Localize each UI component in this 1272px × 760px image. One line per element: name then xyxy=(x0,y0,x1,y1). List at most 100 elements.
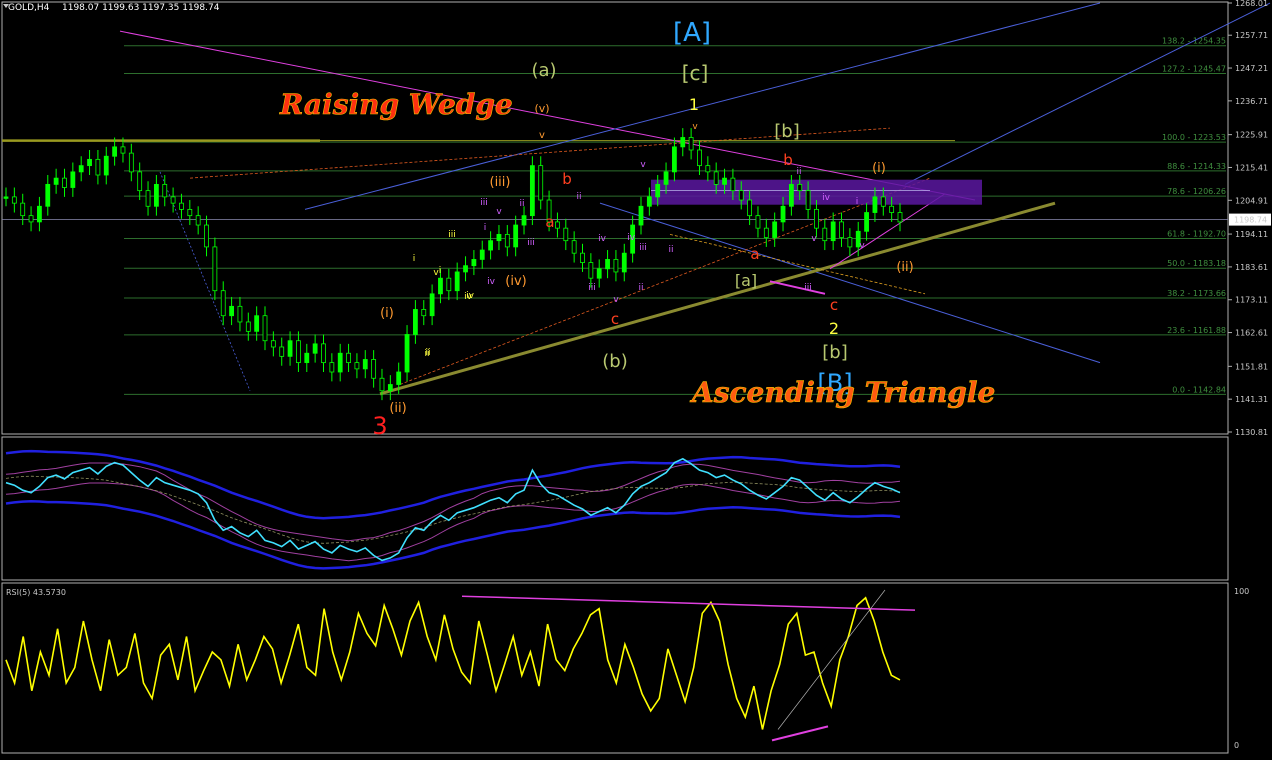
candle-body xyxy=(772,221,778,238)
wave-label: v xyxy=(692,122,698,132)
wave-label: b xyxy=(783,151,793,169)
candle-body xyxy=(287,340,293,357)
candle-body xyxy=(830,221,836,242)
fib-label: 88.6 - 1214.33 xyxy=(1167,162,1226,171)
candle-body xyxy=(329,362,335,373)
price-label: 1257.71 xyxy=(1235,31,1268,40)
candle-body xyxy=(697,149,702,167)
candle-body xyxy=(153,183,159,207)
candle-body xyxy=(513,224,519,248)
rsi-level-100: 100 xyxy=(1234,587,1249,596)
candle-body xyxy=(763,227,769,238)
candle-body xyxy=(270,340,276,348)
fib-label: 23.6 - 1161.88 xyxy=(1167,326,1226,335)
wave-label: (i) xyxy=(872,161,886,176)
wave-label: iii xyxy=(639,243,647,253)
candle-body xyxy=(204,224,209,248)
candle-body xyxy=(797,183,803,192)
magenta-short-line xyxy=(769,280,826,295)
candle-body xyxy=(605,259,610,270)
wave-label: (b) xyxy=(602,351,627,372)
candle-body xyxy=(128,152,134,173)
candle-body xyxy=(638,205,644,226)
wave-label: a xyxy=(545,213,554,231)
ascending-triangle-title: Ascending Triangle xyxy=(689,376,995,409)
price-label: 1141.31 xyxy=(1235,395,1268,404)
candle-body xyxy=(529,165,535,217)
candle-body xyxy=(713,171,719,185)
candle-body xyxy=(463,265,468,273)
wave-label: 3 xyxy=(372,412,387,440)
candle-body xyxy=(688,137,694,151)
ohlc-label: 1198.07 1199.63 1197.35 1198.74 xyxy=(62,3,220,13)
candle-body xyxy=(680,137,686,148)
rsi-divergence-bottom xyxy=(771,725,829,742)
wave-label: iv xyxy=(822,193,831,203)
wave-label: i xyxy=(439,266,442,276)
wedge-upper-line xyxy=(119,30,976,201)
price-label: 1225.91 xyxy=(1235,131,1268,140)
candle-body xyxy=(78,165,84,173)
candle-body xyxy=(563,227,569,242)
price-label: 1247.21 xyxy=(1235,64,1268,73)
wave-label: (iv) xyxy=(505,274,526,289)
wave-label: i xyxy=(856,197,859,207)
price-label: 1162.61 xyxy=(1235,329,1268,338)
price-label: 1268.01 xyxy=(1235,0,1268,8)
candle-body xyxy=(421,309,427,317)
candle-body xyxy=(137,171,143,192)
wave-label: iv xyxy=(466,291,475,301)
symbol-label: GOLD,H4 xyxy=(8,3,50,13)
candle-body xyxy=(379,377,385,392)
fib-label: 38.2 - 1173.66 xyxy=(1167,289,1226,298)
candle-body xyxy=(538,165,544,201)
candle-body xyxy=(45,183,51,207)
candle-body xyxy=(822,227,828,242)
candle-body xyxy=(296,340,301,364)
candle-body xyxy=(588,262,594,279)
candle-body xyxy=(87,158,92,167)
wave-label: c xyxy=(611,310,619,328)
dashed-support-line xyxy=(399,177,931,385)
candle-body xyxy=(446,277,452,292)
channel-lower-line xyxy=(599,202,1101,364)
candle-body xyxy=(479,249,485,260)
rsi-series xyxy=(5,589,916,742)
candle-body xyxy=(396,371,402,385)
candle-body xyxy=(730,177,736,192)
candle-body xyxy=(613,259,619,273)
wave-label: a xyxy=(750,245,759,263)
candle-body xyxy=(780,205,786,223)
candle-body xyxy=(362,359,368,370)
candle-body xyxy=(847,237,853,248)
price-series xyxy=(3,128,903,401)
price-label: 1204.91 xyxy=(1235,196,1268,205)
rsi-panel-border xyxy=(1,582,1229,754)
candle-body xyxy=(53,177,59,185)
candle-body xyxy=(346,352,351,364)
candle-body xyxy=(722,177,727,185)
channel-right-line xyxy=(904,2,1271,185)
price-label: 1194.11 xyxy=(1235,230,1268,239)
wave-label: c xyxy=(830,296,838,314)
wave-label: [b] xyxy=(822,342,847,363)
candle-body xyxy=(672,146,677,173)
candle-body xyxy=(312,343,318,354)
wave-label: v xyxy=(613,295,619,305)
raising-wedge-title: Raising Wedge xyxy=(279,88,513,121)
ascending-support-line xyxy=(379,201,1056,396)
candle-body xyxy=(580,252,585,263)
candle-body xyxy=(814,209,819,229)
candle-body xyxy=(646,196,652,207)
wave-label: iii xyxy=(588,283,596,293)
wave-label: iii xyxy=(448,230,456,240)
candle-body xyxy=(438,277,443,295)
fib-label: 50.0 - 1183.18 xyxy=(1167,259,1226,268)
candle-body xyxy=(504,234,510,248)
candle-body xyxy=(337,352,343,373)
fib-label: 0.0 - 1142.84 xyxy=(1172,385,1226,394)
wave-label: (ii) xyxy=(896,260,913,275)
wave-label: ii xyxy=(576,192,581,202)
wave-label: (v) xyxy=(534,102,549,115)
candle-body xyxy=(839,221,844,238)
